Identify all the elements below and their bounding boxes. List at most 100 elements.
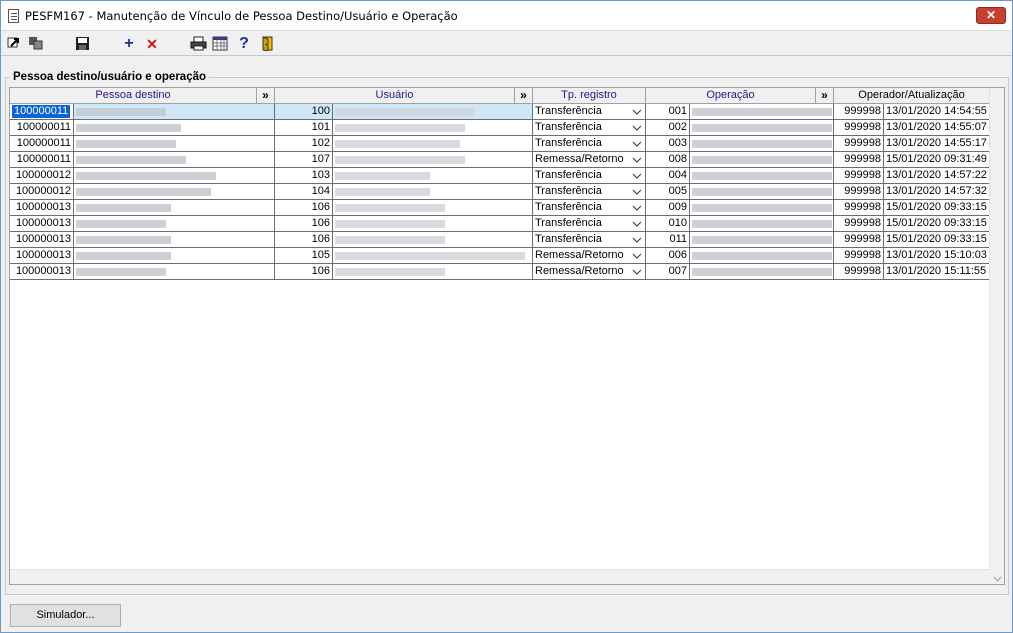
column-header-operacao[interactable]: Operação bbox=[646, 88, 816, 104]
cell-pessoa-name[interactable] bbox=[74, 200, 275, 216]
cell-usuario-name[interactable] bbox=[333, 184, 533, 200]
cell-atualizacao[interactable]: 13/01/2020 14:55:17 bbox=[884, 136, 990, 152]
tp-registro-select[interactable]: Remessa/Retorno bbox=[533, 248, 646, 264]
add-icon[interactable]: + bbox=[120, 36, 138, 52]
horizontal-scrollbar[interactable] bbox=[10, 569, 990, 584]
tp-registro-select[interactable]: Transferência bbox=[533, 232, 646, 248]
cell-operacao-name[interactable] bbox=[690, 104, 834, 120]
table-row[interactable]: 100000011 102 Transferência 003 999998 13/01/… bbox=[10, 136, 990, 152]
cell-pessoa-code[interactable]: 100000013 bbox=[10, 200, 74, 216]
expand-usuario-button[interactable]: » bbox=[515, 88, 533, 104]
cell-operacao-name[interactable] bbox=[690, 120, 834, 136]
save-icon[interactable] bbox=[75, 36, 93, 52]
data-grid[interactable]: Pessoa destino » Usuário » Tp. registro … bbox=[9, 87, 1005, 585]
expand-pessoa-button[interactable]: » bbox=[257, 88, 275, 104]
tp-registro-select[interactable]: Transferência bbox=[533, 184, 646, 200]
cell-operacao-code[interactable]: 003 bbox=[646, 136, 690, 152]
cell-usuario-name[interactable] bbox=[333, 216, 533, 232]
cell-operador[interactable]: 999998 bbox=[834, 232, 884, 248]
cell-usuario-name[interactable] bbox=[333, 104, 533, 120]
cell-usuario-code[interactable]: 107 bbox=[275, 152, 333, 168]
delete-icon[interactable]: ✕ bbox=[143, 36, 161, 52]
cell-operador[interactable]: 999998 bbox=[834, 248, 884, 264]
cell-usuario-name[interactable] bbox=[333, 248, 533, 264]
cell-usuario-name[interactable] bbox=[333, 136, 533, 152]
cell-pessoa-name[interactable] bbox=[74, 216, 275, 232]
calendar-icon[interactable] bbox=[212, 36, 230, 52]
cell-operacao-code[interactable]: 001 bbox=[646, 104, 690, 120]
cell-atualizacao[interactable]: 15/01/2020 09:33:15 bbox=[884, 232, 990, 248]
cell-pessoa-code[interactable]: 100000011 bbox=[10, 136, 74, 152]
cell-operacao-code[interactable]: 010 bbox=[646, 216, 690, 232]
cell-usuario-code[interactable]: 106 bbox=[275, 264, 333, 280]
cell-operacao-name[interactable] bbox=[690, 232, 834, 248]
cell-usuario-name[interactable] bbox=[333, 200, 533, 216]
cell-operador[interactable]: 999998 bbox=[834, 136, 884, 152]
tp-registro-select[interactable]: Transferência bbox=[533, 200, 646, 216]
expand-operacao-button[interactable]: » bbox=[816, 88, 834, 104]
cell-pessoa-name[interactable] bbox=[74, 232, 275, 248]
tp-registro-select[interactable]: Transferência bbox=[533, 120, 646, 136]
exit-door-icon[interactable] bbox=[260, 36, 278, 52]
copy-icon[interactable] bbox=[28, 36, 46, 52]
table-row[interactable]: 100000013 105 Remessa/Retorno 006 999998 13/0… bbox=[10, 248, 990, 264]
cell-usuario-name[interactable] bbox=[333, 168, 533, 184]
cell-operacao-name[interactable] bbox=[690, 168, 834, 184]
print-icon[interactable] bbox=[190, 36, 208, 52]
cell-usuario-name[interactable] bbox=[333, 232, 533, 248]
cell-pessoa-code[interactable]: 100000013 bbox=[10, 216, 74, 232]
table-row[interactable]: 100000013 106 Transferência 009 999998 15/01/… bbox=[10, 200, 990, 216]
cell-operacao-name[interactable] bbox=[690, 184, 834, 200]
cell-pessoa-code[interactable]: 100000013 bbox=[10, 248, 74, 264]
cell-pessoa-name[interactable] bbox=[74, 104, 275, 120]
cell-operacao-code[interactable]: 011 bbox=[646, 232, 690, 248]
cell-operador[interactable]: 999998 bbox=[834, 184, 884, 200]
cell-usuario-code[interactable]: 106 bbox=[275, 200, 333, 216]
cell-atualizacao[interactable]: 15/01/2020 09:31:49 bbox=[884, 152, 990, 168]
cell-operacao-code[interactable]: 002 bbox=[646, 120, 690, 136]
column-header-operador-atualizacao[interactable]: Operador/Atualização bbox=[834, 88, 990, 104]
cell-operacao-name[interactable] bbox=[690, 216, 834, 232]
cell-atualizacao[interactable]: 13/01/2020 14:54:55 bbox=[884, 104, 990, 120]
simulator-button[interactable]: Simulador... bbox=[10, 604, 121, 627]
cell-pessoa-name[interactable] bbox=[74, 184, 275, 200]
table-row[interactable]: 100000011 100 Transferência 001 999998 13/01/… bbox=[10, 104, 990, 120]
cell-pessoa-name[interactable] bbox=[74, 248, 275, 264]
tp-registro-select[interactable]: Transferência bbox=[533, 168, 646, 184]
cell-operacao-code[interactable]: 005 bbox=[646, 184, 690, 200]
table-row[interactable]: 100000012 104 Transferência 005 999998 13/01/… bbox=[10, 184, 990, 200]
cell-atualizacao[interactable]: 15/01/2020 09:33:15 bbox=[884, 216, 990, 232]
cell-operador[interactable]: 999998 bbox=[834, 216, 884, 232]
column-header-tp-registro[interactable]: Tp. registro bbox=[533, 88, 646, 104]
cell-operacao-name[interactable] bbox=[690, 248, 834, 264]
cell-usuario-code[interactable]: 103 bbox=[275, 168, 333, 184]
table-row[interactable]: 100000013 106 Transferência 010 999998 15/01/… bbox=[10, 216, 990, 232]
cell-pessoa-name[interactable] bbox=[74, 136, 275, 152]
vertical-scrollbar[interactable] bbox=[989, 88, 1004, 584]
table-row[interactable]: 100000011 101 Transferência 002 999998 13/01/… bbox=[10, 120, 990, 136]
cell-operacao-name[interactable] bbox=[690, 136, 834, 152]
cell-pessoa-code[interactable]: 100000012 bbox=[10, 184, 74, 200]
cell-atualizacao[interactable]: 13/01/2020 14:57:22 bbox=[884, 168, 990, 184]
cell-pessoa-name[interactable] bbox=[74, 168, 275, 184]
column-header-usuario[interactable]: Usuário bbox=[275, 88, 515, 104]
table-row[interactable]: 100000012 103 Transferência 004 999998 13/01/… bbox=[10, 168, 990, 184]
cell-operacao-name[interactable] bbox=[690, 200, 834, 216]
cell-operador[interactable]: 999998 bbox=[834, 120, 884, 136]
tp-registro-select[interactable]: Transferência bbox=[533, 136, 646, 152]
cell-usuario-code[interactable]: 106 bbox=[275, 232, 333, 248]
table-row[interactable]: 100000013 106 Remessa/Retorno 007 999998 13/0… bbox=[10, 264, 990, 280]
cell-operacao-code[interactable]: 008 bbox=[646, 152, 690, 168]
cell-operador[interactable]: 999998 bbox=[834, 200, 884, 216]
cell-operacao-code[interactable]: 009 bbox=[646, 200, 690, 216]
cell-atualizacao[interactable]: 13/01/2020 15:11:55 bbox=[884, 264, 990, 280]
cell-atualizacao[interactable]: 13/01/2020 14:57:32 bbox=[884, 184, 990, 200]
cell-usuario-code[interactable]: 106 bbox=[275, 216, 333, 232]
cell-operador[interactable]: 999998 bbox=[834, 264, 884, 280]
cell-operacao-code[interactable]: 006 bbox=[646, 248, 690, 264]
tp-registro-select[interactable]: Remessa/Retorno bbox=[533, 152, 646, 168]
cell-pessoa-name[interactable] bbox=[74, 120, 275, 136]
cell-pessoa-code[interactable]: 100000012 bbox=[10, 168, 74, 184]
cell-pessoa-code[interactable]: 100000011 bbox=[10, 152, 74, 168]
cell-operacao-name[interactable] bbox=[690, 264, 834, 280]
